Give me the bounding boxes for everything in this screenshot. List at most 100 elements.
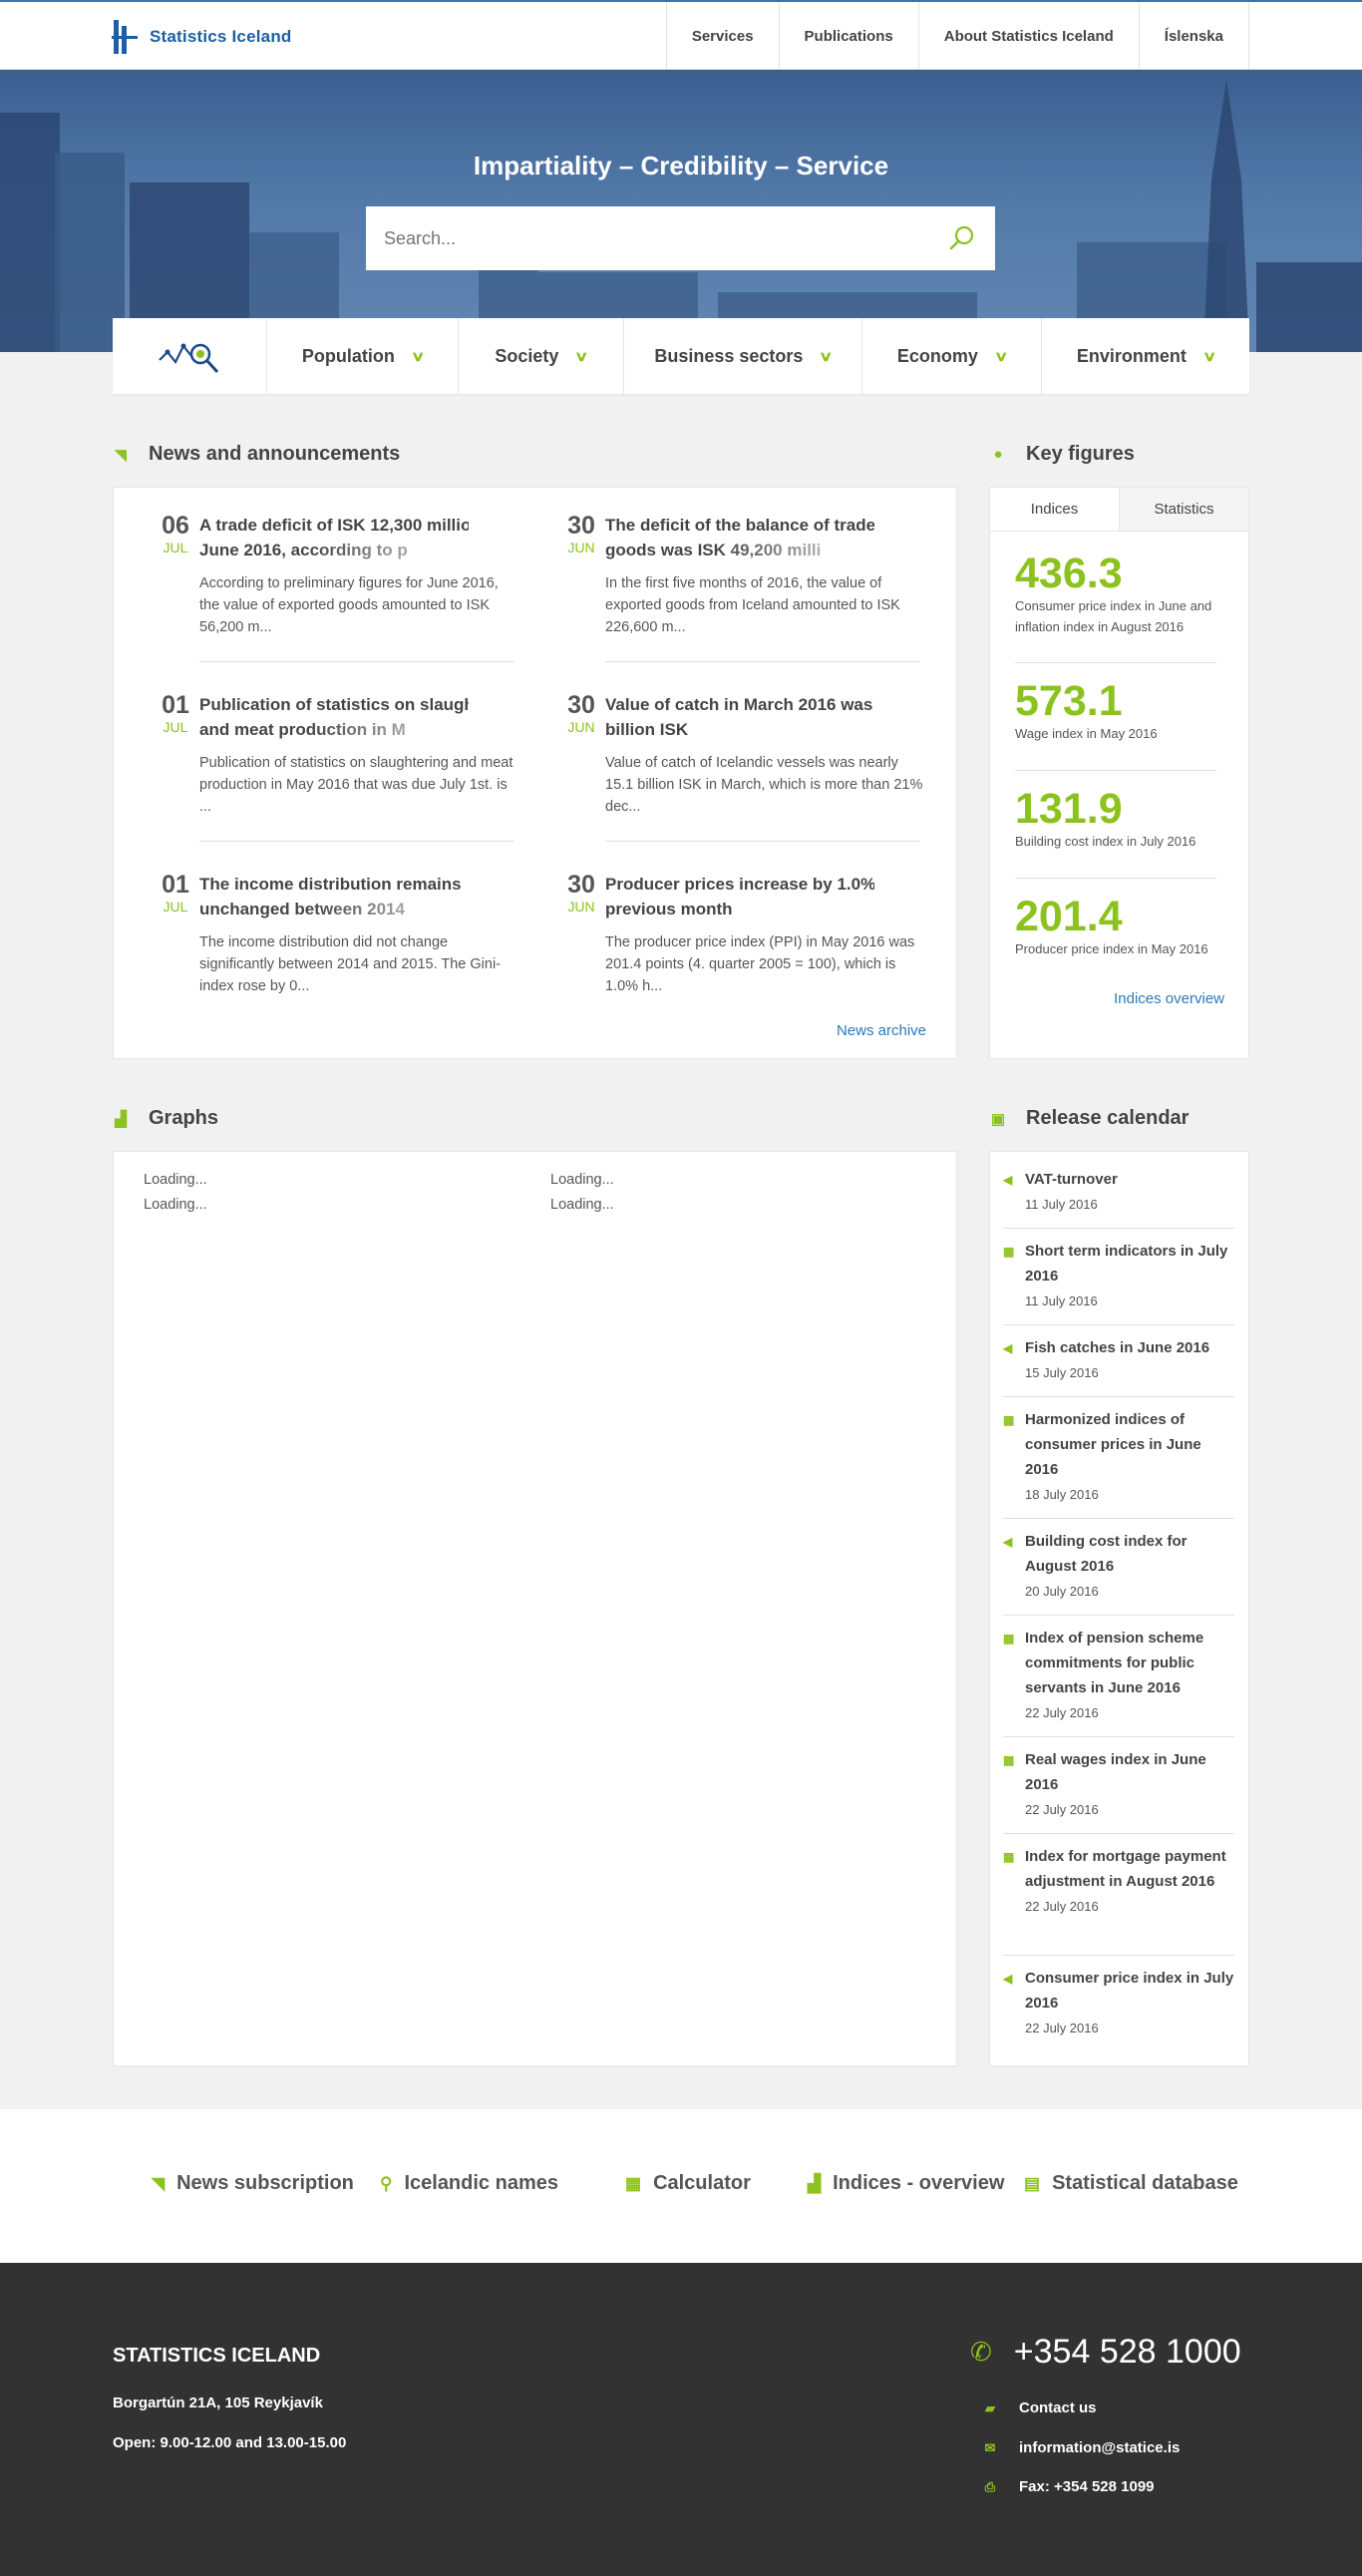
graphs-heading: ▟ Graphs: [113, 1107, 218, 1130]
news-day: 01: [162, 871, 189, 899]
release-calendar-card: ◀ VAT-turnover 11 July 2016 ▦ Short term i…: [989, 1151, 1249, 2066]
release-calendar-heading-text: Release calendar: [1026, 1107, 1190, 1129]
release-title: Consumer price index in July 2016: [1025, 1970, 1234, 2012]
quick-link-icelandic-names[interactable]: ⚲ Icelandic names: [380, 2172, 558, 2195]
rss-icon: ◥: [115, 446, 127, 464]
category-label: Society: [495, 345, 559, 366]
news-month: JUN: [567, 540, 595, 555]
bar-chart-icon: ▟: [808, 2173, 822, 2193]
news-title-line: goods was ISK 49,200 milli: [605, 538, 874, 562]
key-figure: 573.1 Wage index in May 2016: [1015, 679, 1224, 744]
news-date: 01 JUL: [156, 871, 195, 916]
divider: [199, 661, 514, 662]
site-logo[interactable]: Statistics Iceland: [112, 20, 292, 54]
category-population[interactable]: Population ∨: [267, 318, 459, 394]
news-archive-link[interactable]: News archive: [837, 1022, 926, 1039]
category-environment[interactable]: Environment ∨: [1042, 318, 1249, 394]
news-title[interactable]: The deficit of the balance of trade in go…: [605, 513, 874, 562]
hero-banner: Impartiality – Credibility – Service: [0, 70, 1362, 352]
category-label: Environment: [1076, 345, 1187, 366]
footer-fax-number: Fax: +354 528 1099: [1019, 2478, 1155, 2495]
release-item[interactable]: ▦ Harmonized indices of consumer prices i…: [1003, 1407, 1234, 1505]
news-date: 30 JUN: [561, 872, 601, 916]
key-figure-value: 131.9: [1015, 785, 1123, 833]
quick-link-label: Icelandic names: [404, 2172, 558, 2194]
nav-services[interactable]: Services: [667, 2, 780, 70]
release-item[interactable]: ◀ Fish catches in June 2016 15 July 2016: [1003, 1335, 1234, 1383]
divider: [1003, 1324, 1234, 1325]
category-economy[interactable]: Economy ∨: [862, 318, 1042, 394]
news-title-line: previous month: [605, 900, 733, 919]
news-title[interactable]: The income distribution remains unchanged…: [199, 872, 469, 921]
nav-about[interactable]: About Statistics Iceland: [919, 2, 1140, 70]
news-day: 30: [567, 512, 595, 540]
news-title-line: June 2016, according to p: [199, 538, 469, 562]
release-date: 15 July 2016: [1025, 1365, 1099, 1380]
top-bar: Statistics Iceland Services Publications…: [0, 0, 1362, 70]
category-society[interactable]: Society ∨: [459, 318, 624, 394]
release-item[interactable]: ◀ Building cost index for August 2016 20 …: [1003, 1529, 1234, 1602]
release-item[interactable]: ◀ VAT-turnover 11 July 2016: [1003, 1167, 1234, 1215]
release-item[interactable]: ▦ Index of pension scheme commitments for…: [1003, 1626, 1234, 1723]
info-icon: ●: [993, 446, 1003, 463]
release-item[interactable]: ▦ Short term indicators in July 2016 11 J…: [1003, 1239, 1234, 1311]
news-title-line: The deficit of the balance of trade in: [605, 516, 874, 535]
quick-link-calculator[interactable]: ▦ Calculator: [625, 2172, 751, 2195]
indices-overview-link[interactable]: Indices overview: [1114, 990, 1224, 1007]
table-icon: ▦: [1003, 1753, 1015, 1767]
release-date: 20 July 2016: [1025, 1584, 1099, 1599]
category-bar: Population ∨ Society ∨ Business sectors ∨ E…: [113, 318, 1249, 394]
divider: [1003, 1736, 1234, 1737]
news-title-line: The income distribution remains: [199, 875, 462, 894]
key-figure-label: Consumer price index in June and inflati…: [1015, 598, 1212, 634]
graph-loading: Loading...: [144, 1172, 207, 1188]
key-figure: 131.9 Building cost index in July 2016: [1015, 787, 1224, 852]
category-home[interactable]: [113, 318, 267, 394]
footer-email-link[interactable]: ✉ information@statice.is: [979, 2439, 1181, 2456]
release-item[interactable]: ▦ Index for mortgage payment adjustment i…: [1003, 1844, 1234, 1917]
quick-link-statistical-database[interactable]: ▤ Statistical database: [1024, 2172, 1238, 2195]
category-label: Business sectors: [654, 345, 804, 366]
release-title: Building cost index for August 2016: [1025, 1533, 1188, 1575]
release-title: Short term indicators in July 2016: [1025, 1243, 1228, 1285]
news-title[interactable]: A trade deficit of ISK 12,300 million in…: [199, 513, 469, 562]
key-figure-value: 436.3: [1015, 550, 1123, 597]
quick-link-news-subscription[interactable]: ◥ News subscription: [152, 2172, 354, 2195]
search-box: [366, 206, 995, 270]
release-item[interactable]: ▦ Real wages index in June 2016 22 July 2…: [1003, 1747, 1234, 1820]
table-icon: ▦: [1003, 1245, 1015, 1259]
bar-chart-icon: ▟: [115, 1110, 127, 1128]
footer-contact-label: Contact us: [1019, 2399, 1097, 2416]
footer-contact-link[interactable]: ▰ Contact us: [979, 2399, 1097, 2416]
nav-publications[interactable]: Publications: [780, 2, 919, 70]
footer-phone[interactable]: ✆ +354 528 1000: [970, 2333, 1241, 2372]
news-title[interactable]: Producer prices increase by 1.0% from pre…: [605, 872, 874, 921]
release-item[interactable]: ◀ Consumer price index in July 2016 22 Ju…: [1003, 1966, 1234, 2038]
nav-language[interactable]: Íslenska: [1140, 2, 1249, 70]
news-excerpt: In the first five months of 2016, the va…: [605, 575, 900, 635]
tab-indices[interactable]: Indices: [990, 488, 1120, 532]
news-excerpt: Value of catch of Icelandic vessels was …: [605, 755, 923, 815]
news-title-line: unchanged between 2014: [199, 897, 469, 921]
search-icon[interactable]: [947, 223, 977, 253]
megaphone-icon: ◀: [1003, 1972, 1013, 1986]
key-figures-card: Indices Statistics 436.3 Consumer price …: [989, 487, 1249, 1059]
category-business-sectors[interactable]: Business sectors ∨: [624, 318, 862, 394]
graphs-card: Loading... Loading... Loading... Loading…: [113, 1151, 957, 2066]
search-input[interactable]: [384, 227, 947, 249]
footer-email: information@statice.is: [1019, 2439, 1181, 2456]
table-icon: ▦: [1003, 1850, 1015, 1864]
chevron-down-icon: ∨: [1201, 347, 1217, 364]
divider: [1003, 1396, 1234, 1397]
news-title[interactable]: Value of catch in March 2016 was 15 billi…: [605, 692, 874, 742]
news-title-line: and meat production in M: [199, 717, 469, 742]
news-month: JUN: [567, 899, 595, 915]
graph-magnifier-icon: [159, 343, 219, 374]
quick-link-indices-overview[interactable]: ▟ Indices - overview: [808, 2172, 1004, 2195]
footer: STATISTICS ICELAND Borgartún 21A, 105 Re…: [0, 2263, 1362, 2576]
news-title-line: A trade deficit of ISK 12,300 million in: [199, 516, 469, 535]
news-title[interactable]: Publication of statistics on slaughterin…: [199, 692, 469, 742]
footer-address: Borgartún 21A, 105 Reykjavík: [113, 2394, 323, 2411]
hero-title: Impartiality – Credibility – Service: [473, 151, 889, 181]
tab-statistics[interactable]: Statistics: [1120, 488, 1248, 532]
